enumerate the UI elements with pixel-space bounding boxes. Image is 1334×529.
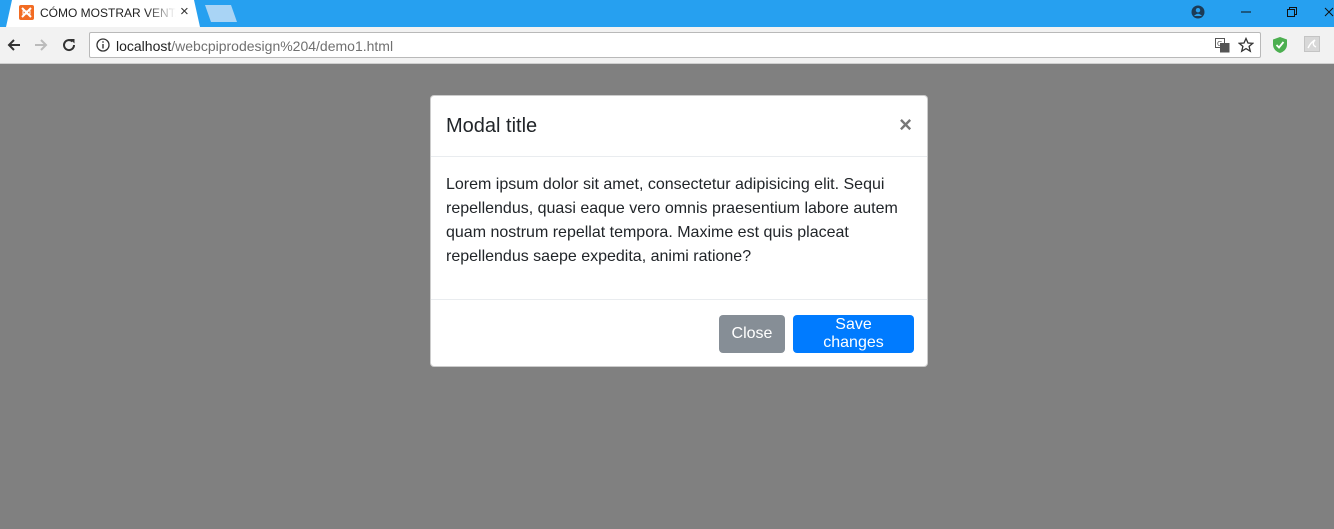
close-window-icon[interactable] xyxy=(1324,2,1334,22)
reload-icon[interactable] xyxy=(59,35,79,55)
url-text[interactable]: localhost/webcpiprodesign%204/demo1.html xyxy=(116,38,393,54)
close-icon[interactable]: × xyxy=(899,113,912,137)
profile-icon[interactable] xyxy=(1188,2,1208,22)
modal-header: Modal title × xyxy=(431,96,927,157)
url-path: /webcpiprodesign%204/demo1.html xyxy=(171,38,394,54)
browser-tab-active[interactable]: CÓMO MOSTRAR VENTANAS MODALES × xyxy=(6,0,200,27)
minimize-icon[interactable] xyxy=(1236,2,1256,22)
browser-toolbar: localhost/webcpiprodesign%204/demo1.html… xyxy=(0,27,1334,64)
browser-tab-strip: CÓMO MOSTRAR VENTANAS MODALES × xyxy=(0,0,1334,27)
modal-body-text: Lorem ipsum dolor sit amet, consectetur … xyxy=(446,176,898,265)
shield-icon[interactable] xyxy=(1272,36,1288,59)
info-icon[interactable] xyxy=(96,38,110,57)
address-bar[interactable]: localhost/webcpiprodesign%204/demo1.html… xyxy=(89,32,1261,58)
save-changes-button[interactable]: Save changes xyxy=(793,315,914,353)
modal-footer: Close Save changes xyxy=(431,299,927,367)
svg-text:G: G xyxy=(1217,40,1222,48)
new-tab-button[interactable] xyxy=(205,5,237,22)
close-button[interactable]: Close xyxy=(719,315,785,353)
back-arrow-icon[interactable] xyxy=(4,35,24,55)
xampp-favicon-icon xyxy=(19,5,34,20)
star-icon[interactable] xyxy=(1237,36,1255,58)
restore-icon[interactable] xyxy=(1282,2,1302,22)
translate-icon[interactable]: G xyxy=(1215,38,1230,58)
tab-close-icon[interactable]: × xyxy=(180,4,189,20)
pdf-extension-icon[interactable] xyxy=(1304,36,1320,57)
url-host: localhost xyxy=(116,38,172,54)
modal-dialog: Modal title × Lorem ipsum dolor sit amet… xyxy=(430,95,928,367)
tab-title: CÓMO MOSTRAR VENTANAS MODALES xyxy=(40,6,176,20)
modal-title: Modal title xyxy=(446,115,538,137)
forward-arrow-icon[interactable] xyxy=(31,35,51,55)
